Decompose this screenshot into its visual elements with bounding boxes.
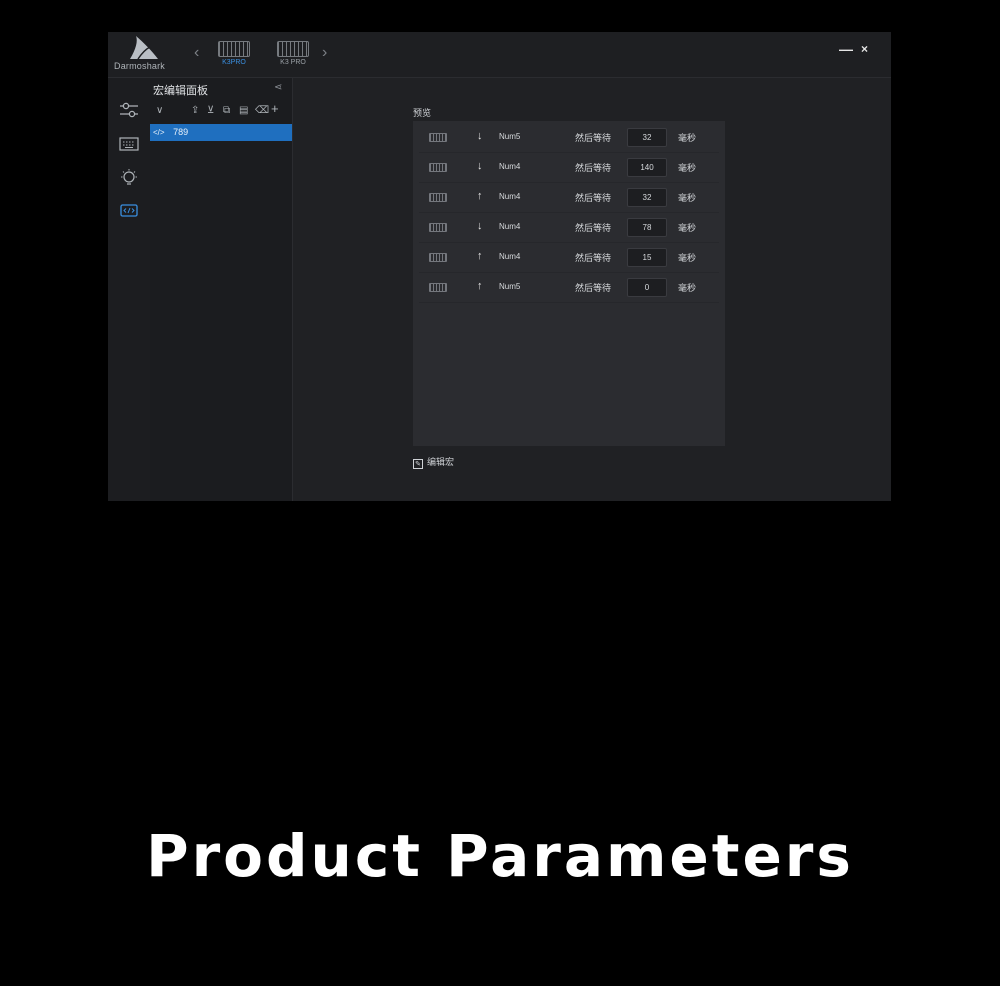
unit-text: 毫秒 bbox=[678, 194, 697, 204]
chevron-right-icon[interactable]: › bbox=[322, 45, 327, 61]
brand-name: Darmoshark bbox=[114, 61, 166, 71]
device-label: K3PRO bbox=[222, 59, 246, 66]
key-name: Num4 bbox=[499, 162, 521, 171]
key-icon bbox=[429, 193, 447, 202]
title-bar: Darmoshark ‹ K3PRO K3 PRO › — × bbox=[108, 32, 891, 78]
unit-text: 毫秒 bbox=[678, 164, 697, 174]
delay-value: 140 bbox=[627, 158, 667, 177]
edit-macro-button[interactable]: ✎ 编辑宏 bbox=[413, 455, 454, 469]
unit-text: 毫秒 bbox=[678, 284, 697, 294]
key-direction: ↓ bbox=[477, 220, 483, 232]
chevron-left-icon[interactable]: ‹ bbox=[194, 45, 199, 61]
key-direction: ↑ bbox=[477, 250, 483, 262]
edit-macro-label: 编辑宏 bbox=[427, 458, 455, 468]
key-name: Num5 bbox=[499, 132, 521, 141]
sliders-icon[interactable] bbox=[118, 100, 140, 120]
wait-text: 然后等待 bbox=[575, 254, 612, 264]
key-icon bbox=[429, 283, 447, 292]
key-icon bbox=[429, 253, 447, 262]
wait-text: 然后等待 bbox=[575, 164, 612, 174]
app-window: Darmoshark ‹ K3PRO K3 PRO › — × 宏编辑面板 ⋖ … bbox=[108, 32, 891, 501]
delay-value: 15 bbox=[627, 248, 667, 267]
keyboard-icon bbox=[218, 41, 250, 57]
wait-text: 然后等待 bbox=[575, 194, 612, 204]
chevron-down-icon[interactable]: ∨ bbox=[156, 105, 163, 116]
unit-text: 毫秒 bbox=[678, 224, 697, 234]
import-icon[interactable]: ⊻ bbox=[207, 105, 214, 117]
preview-panel: ↓ Num5 然后等待 32 毫秒 ↓ Num4 然后等待 140 毫秒 ↑ N… bbox=[413, 121, 725, 446]
device-label: K3 PRO bbox=[280, 59, 306, 66]
edit-icon: ✎ bbox=[413, 459, 423, 469]
macro-step: ↓ Num4 然后等待 140 毫秒 bbox=[419, 153, 719, 183]
macro-step: ↓ Num4 然后等待 78 毫秒 bbox=[419, 213, 719, 243]
wait-text: 然后等待 bbox=[575, 134, 612, 144]
macro-step: ↑ Num4 然后等待 15 毫秒 bbox=[419, 243, 719, 273]
device-tab-k3-pro[interactable]: K3 PRO bbox=[268, 41, 318, 71]
key-direction: ↓ bbox=[477, 160, 483, 172]
key-icon bbox=[429, 133, 447, 142]
keyboard-icon[interactable] bbox=[118, 134, 140, 154]
brand-logo: Darmoshark bbox=[114, 35, 174, 75]
unit-text: 毫秒 bbox=[678, 134, 697, 144]
wait-text: 然后等待 bbox=[575, 224, 612, 234]
minimize-button[interactable]: — bbox=[839, 42, 853, 56]
copy-icon[interactable]: ⧉ bbox=[223, 105, 230, 117]
key-direction: ↑ bbox=[477, 190, 483, 202]
key-icon bbox=[429, 163, 447, 172]
macro-step: ↑ Num5 然后等待 0 毫秒 bbox=[419, 273, 719, 303]
macro-name: 789 bbox=[173, 127, 189, 137]
macro-step: ↓ Num5 然后等待 32 毫秒 bbox=[419, 123, 719, 153]
delay-value: 0 bbox=[627, 278, 667, 297]
share-icon[interactable]: ⋖ bbox=[274, 82, 282, 93]
add-icon[interactable]: + bbox=[271, 102, 279, 115]
delete-icon[interactable]: ⌫ bbox=[255, 105, 269, 117]
unit-text: 毫秒 bbox=[678, 254, 697, 264]
key-direction: ↓ bbox=[477, 130, 483, 142]
panel-title: 宏编辑面板 bbox=[153, 84, 208, 97]
delay-value: 78 bbox=[627, 218, 667, 237]
export-icon[interactable]: ⇪ bbox=[191, 105, 199, 117]
key-name: Num4 bbox=[499, 222, 521, 231]
delay-value: 32 bbox=[627, 188, 667, 207]
macro-edit-panel: 宏编辑面板 ⋖ ∨ ⇪ ⊻ ⧉ ▤ ⌫ + </> 789 bbox=[150, 78, 293, 501]
macro-list-item[interactable]: </> 789 bbox=[150, 124, 292, 141]
paste-icon[interactable]: ▤ bbox=[239, 105, 248, 117]
sidebar bbox=[108, 78, 150, 501]
wait-text: 然后等待 bbox=[575, 284, 612, 294]
macro-code-icon[interactable] bbox=[118, 200, 140, 220]
lightbulb-icon[interactable] bbox=[118, 168, 140, 188]
shark-fin-icon bbox=[130, 36, 158, 60]
key-icon bbox=[429, 223, 447, 232]
close-button[interactable]: × bbox=[861, 42, 868, 56]
device-tab-k3pro[interactable]: K3PRO bbox=[209, 41, 259, 71]
code-icon: </> bbox=[153, 128, 165, 137]
page-headline: Product Parameters bbox=[146, 822, 854, 890]
keyboard-icon bbox=[277, 41, 309, 57]
delay-value: 32 bbox=[627, 128, 667, 147]
key-direction: ↑ bbox=[477, 280, 483, 292]
key-name: Num4 bbox=[499, 192, 521, 201]
key-name: Num5 bbox=[499, 282, 521, 291]
macro-step: ↑ Num4 然后等待 32 毫秒 bbox=[419, 183, 719, 213]
key-name: Num4 bbox=[499, 252, 521, 261]
preview-label: 预览 bbox=[413, 109, 432, 119]
